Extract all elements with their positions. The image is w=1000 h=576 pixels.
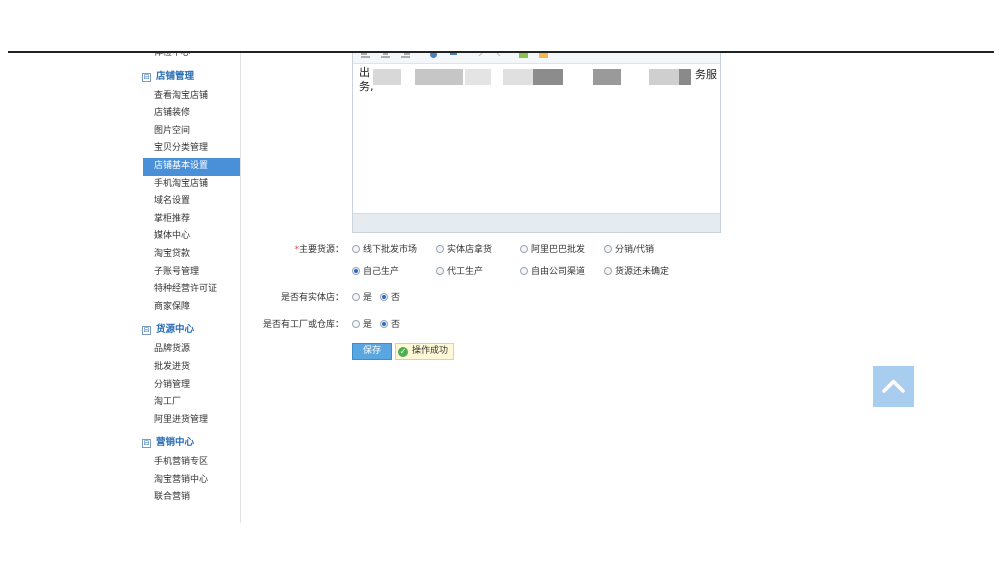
source-option-radio[interactable]: 自己生产 bbox=[352, 264, 399, 277]
source-option-radio[interactable]: 货源还未确定 bbox=[604, 264, 669, 277]
folder-icon[interactable] bbox=[539, 53, 548, 59]
redo-icon[interactable] bbox=[495, 53, 504, 59]
sidebar-item[interactable]: 阿里进货管理 bbox=[138, 412, 240, 430]
sidebar-item[interactable]: 淘宝贷款 bbox=[138, 246, 240, 264]
editor-line-right: 务服 bbox=[695, 68, 717, 81]
source-option-radio[interactable]: 线下批发市场 bbox=[352, 242, 417, 255]
sidebar-item[interactable]: 淘宝营销中心 bbox=[138, 472, 240, 490]
collapse-toggle-icon[interactable]: ⊟ bbox=[142, 72, 151, 82]
sidebar-item[interactable]: 宝贝分类管理 bbox=[138, 140, 240, 158]
collapse-toggle-icon[interactable]: ⊟ bbox=[142, 326, 151, 336]
save-button[interactable]: 保存 bbox=[352, 343, 392, 360]
sidebar-item[interactable]: 店铺装修 bbox=[138, 105, 240, 123]
sidebar-item[interactable]: 联合营销 bbox=[138, 489, 240, 507]
align-right-icon[interactable] bbox=[401, 53, 410, 59]
sidebar-item[interactable]: 淘工厂 bbox=[138, 394, 240, 412]
factory-yes-radio[interactable]: 是 bbox=[352, 317, 372, 330]
page-viewport: 体检中心 ⊟ 店铺管理查看淘宝店铺 店铺装修 图片空间 宝贝分类管理 店铺基本设置 手机淘宝店… bbox=[0, 53, 1000, 523]
physical-store-yes-radio[interactable]: 是 bbox=[352, 290, 372, 303]
unlink-icon[interactable] bbox=[449, 53, 458, 59]
factory-no-radio[interactable]: 否 bbox=[380, 317, 400, 330]
sidebar-group-title[interactable]: ⊟ 货源中心 bbox=[138, 319, 240, 341]
sidebar: 体检中心 ⊟ 店铺管理查看淘宝店铺 店铺装修 图片空间 宝贝分类管理 店铺基本设置 手机淘宝店… bbox=[138, 53, 241, 523]
editor-content[interactable]: 出 务, bbox=[359, 66, 374, 94]
sidebar-item[interactable]: 批发进货 bbox=[138, 359, 240, 377]
sidebar-item[interactable]: 特种经营许可证 bbox=[138, 281, 240, 299]
image-icon[interactable] bbox=[519, 53, 528, 59]
editor-line-1: 出 bbox=[359, 66, 370, 79]
sidebar-item[interactable]: 掌柜推荐 bbox=[138, 211, 240, 229]
source-label: *主要货源： bbox=[294, 245, 344, 255]
sidebar-item[interactable]: 子账号管理 bbox=[138, 264, 240, 282]
align-left-icon[interactable] bbox=[361, 53, 370, 59]
sidebar-group-title[interactable]: ⊟ 店铺管理 bbox=[138, 66, 240, 88]
sidebar-item[interactable]: 分销管理 bbox=[138, 377, 240, 395]
source-option-radio[interactable]: 阿里巴巴批发 bbox=[520, 242, 585, 255]
success-message: ✓ 操作成功 bbox=[395, 343, 455, 360]
editor-statusbar bbox=[353, 213, 720, 232]
sidebar-item[interactable]: 店铺基本设置 bbox=[143, 157, 240, 176]
sidebar-item[interactable]: 域名设置 bbox=[138, 193, 240, 211]
undo-icon[interactable] bbox=[477, 53, 486, 59]
source-option-radio[interactable]: 自由公司渠道 bbox=[520, 264, 585, 277]
sidebar-item[interactable]: 体检中心 bbox=[138, 53, 240, 63]
editor-toolbar bbox=[353, 53, 720, 64]
editor-line-2: 务, bbox=[359, 80, 374, 93]
source-option-radio[interactable]: 代工生产 bbox=[436, 264, 483, 277]
sidebar-group-title[interactable]: ⊟ 营销中心 bbox=[138, 432, 240, 454]
sidebar-item[interactable]: 手机淘宝店铺 bbox=[138, 176, 240, 194]
sidebar-item[interactable]: 品牌货源 bbox=[138, 341, 240, 359]
sidebar-group-label: 货源中心 bbox=[156, 324, 195, 336]
sidebar-item[interactable]: 图片空间 bbox=[138, 123, 240, 141]
sidebar-item[interactable]: 媒体中心 bbox=[138, 228, 240, 246]
sidebar-item[interactable]: 商家保障 bbox=[138, 299, 240, 317]
chevron-up-icon bbox=[882, 379, 905, 393]
sidebar-item[interactable]: 手机营销专区 bbox=[138, 454, 240, 472]
physical-store-label: 是否有实体店： bbox=[280, 293, 344, 303]
factory-label: 是否有工厂或仓库： bbox=[262, 320, 344, 330]
sidebar-group-label: 营销中心 bbox=[156, 437, 195, 449]
rich-text-editor[interactable]: 出 务, 务服 bbox=[352, 53, 721, 233]
physical-store-no-radio[interactable]: 否 bbox=[380, 290, 400, 303]
source-option-radio[interactable]: 分销/代销 bbox=[604, 242, 654, 255]
check-circle-icon: ✓ bbox=[398, 347, 408, 357]
source-option-radio[interactable]: 实体店拿货 bbox=[436, 242, 492, 255]
collapse-toggle-icon[interactable]: ⊟ bbox=[142, 439, 151, 449]
back-to-top-button[interactable] bbox=[873, 366, 914, 407]
sidebar-group-label: 店铺管理 bbox=[156, 70, 195, 82]
link-icon[interactable] bbox=[429, 53, 438, 59]
sidebar-item[interactable]: 查看淘宝店铺 bbox=[138, 88, 240, 106]
align-center-icon[interactable] bbox=[381, 53, 390, 59]
